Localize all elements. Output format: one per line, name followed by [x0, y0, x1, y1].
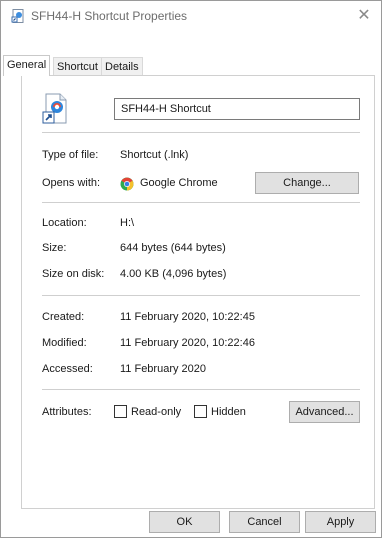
size-on-disk-value: 4.00 KB (4,096 bytes)	[120, 268, 227, 280]
ok-button[interactable]: OK	[149, 511, 220, 533]
accessed-value: 11 February 2020	[120, 363, 207, 375]
tab-details[interactable]: Details	[101, 57, 143, 75]
file-name-input[interactable]: SFH44-H Shortcut	[114, 98, 360, 120]
tab-strip: General Shortcut Details	[1, 55, 381, 76]
size-value: 644 bytes (644 bytes)	[120, 242, 226, 254]
modified-label: Modified:	[42, 337, 87, 349]
location-value: H:\	[120, 217, 135, 229]
divider	[42, 389, 360, 390]
shortcut-file-icon	[42, 93, 67, 124]
tab-general[interactable]: General	[3, 55, 51, 76]
window-title: SFH44-H Shortcut Properties	[31, 9, 188, 23]
opens-with-label: Opens with:	[42, 177, 101, 189]
size-on-disk-label: Size on disk:	[42, 268, 105, 280]
title-bar[interactable]: SFH44-H Shortcut Properties ✕	[1, 1, 381, 31]
tab-shortcut[interactable]: Shortcut	[53, 57, 102, 75]
advanced-button[interactable]: Advanced...	[289, 401, 360, 423]
location-label: Location:	[42, 217, 87, 229]
properties-window: SFH44-H Shortcut Properties ✕ General Sh…	[0, 0, 382, 538]
general-tab-panel: SFH44-H Shortcut Type of file: Shortcut …	[21, 75, 375, 509]
attributes-label: Attributes:	[42, 406, 92, 418]
divider	[42, 295, 360, 296]
cancel-button[interactable]: Cancel	[229, 511, 300, 533]
shortcut-file-icon	[11, 9, 24, 23]
close-button[interactable]: ✕	[351, 3, 377, 29]
change-button[interactable]: Change...	[255, 172, 359, 194]
type-of-file-label: Type of file:	[42, 149, 99, 161]
modified-value: 11 February 2020, 10:22:46	[120, 337, 255, 349]
apply-button[interactable]: Apply	[305, 511, 376, 533]
hidden-label[interactable]: Hidden	[211, 406, 246, 418]
read-only-checkbox[interactable]	[114, 405, 127, 418]
opens-with-value: Google Chrome	[140, 177, 218, 189]
close-icon: ✕	[357, 7, 371, 24]
created-value: 11 February 2020, 10:22:45	[120, 311, 255, 323]
type-of-file-value: Shortcut (.lnk)	[120, 149, 189, 161]
hidden-checkbox[interactable]	[194, 405, 207, 418]
chrome-icon	[120, 177, 134, 191]
size-label: Size:	[42, 242, 67, 254]
created-label: Created:	[42, 311, 85, 323]
read-only-label[interactable]: Read-only	[131, 406, 181, 418]
accessed-label: Accessed:	[42, 363, 93, 375]
divider	[42, 202, 360, 203]
divider	[42, 132, 360, 133]
